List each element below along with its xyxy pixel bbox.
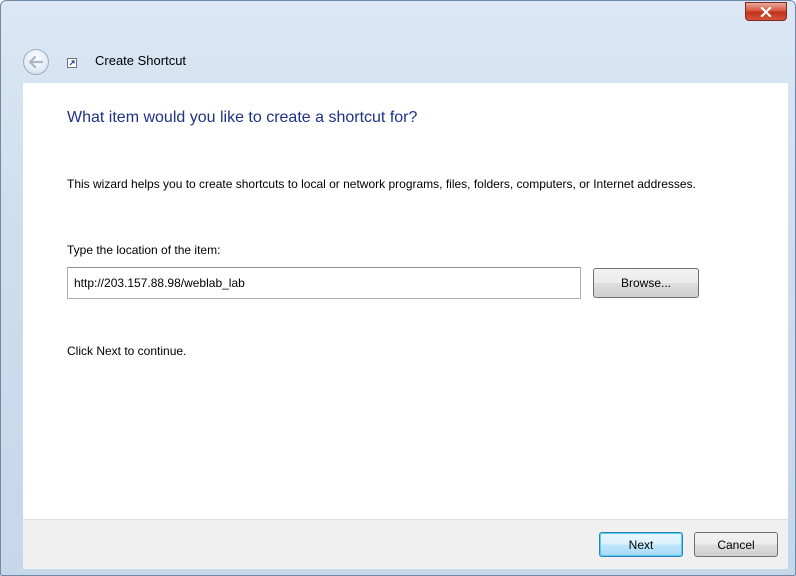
browse-button[interactable]: Browse... bbox=[593, 268, 699, 298]
cancel-button[interactable]: Cancel bbox=[694, 532, 778, 557]
location-label: Type the location of the item: bbox=[67, 243, 221, 257]
location-input[interactable] bbox=[67, 267, 581, 299]
close-button[interactable] bbox=[745, 2, 787, 21]
title-bar bbox=[1, 1, 795, 31]
back-button[interactable] bbox=[23, 49, 49, 75]
wizard-nav-bar: Create Shortcut bbox=[1, 41, 795, 83]
shortcut-icon bbox=[67, 58, 77, 68]
next-button[interactable]: Next bbox=[599, 532, 683, 557]
back-arrow-icon bbox=[29, 56, 43, 68]
wizard-footer: Next Cancel bbox=[23, 519, 788, 569]
wizard-description: This wizard helps you to create shortcut… bbox=[67, 177, 696, 191]
continue-instruction: Click Next to continue. bbox=[67, 344, 187, 358]
page-heading: What item would you like to create a sho… bbox=[67, 109, 418, 126]
wizard-content: What item would you like to create a sho… bbox=[23, 83, 788, 519]
create-shortcut-window: Create Shortcut What item would you like… bbox=[0, 0, 796, 576]
close-icon bbox=[760, 6, 772, 17]
window-title: Create Shortcut bbox=[95, 53, 187, 68]
